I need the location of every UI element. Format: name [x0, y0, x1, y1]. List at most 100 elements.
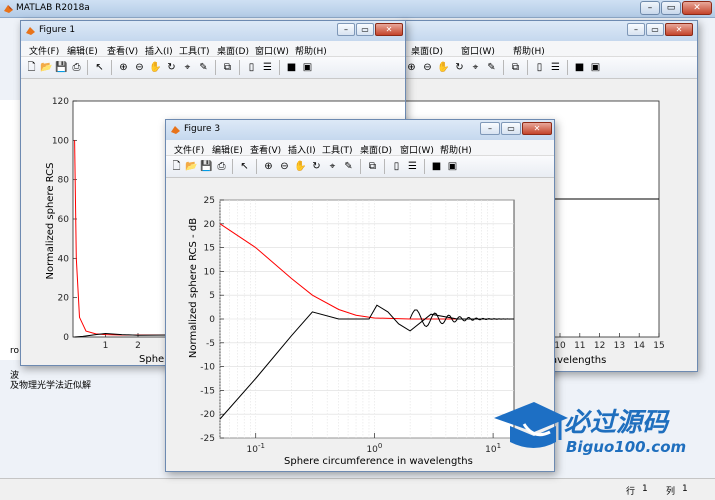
rotate-icon[interactable]: ↻	[453, 61, 466, 74]
menu-insert[interactable]: 插入(I)	[145, 44, 173, 57]
menu-window[interactable]: 窗口(W)	[400, 143, 434, 156]
pan-icon[interactable]: ✋	[294, 160, 307, 173]
maximize-button[interactable]: ▭	[661, 1, 681, 15]
print-icon[interactable]: ⎙	[215, 160, 228, 173]
zoom-out-icon[interactable]: ⊖	[133, 61, 146, 74]
show-plot-tools-icon[interactable]: ▣	[446, 160, 459, 173]
brush-icon[interactable]: ✎	[485, 61, 498, 74]
y-tick-label: 20	[204, 220, 216, 230]
zoom-out-icon[interactable]: ⊖	[278, 160, 291, 173]
zoom-in-icon[interactable]: ⊕	[262, 160, 275, 173]
menu-view[interactable]: 查看(V)	[250, 143, 281, 156]
y-tick-label: 25	[204, 196, 215, 206]
menu-edit[interactable]: 编辑(E)	[67, 44, 98, 57]
minimize-button[interactable]: –	[337, 23, 355, 36]
print-icon[interactable]: ⎙	[70, 61, 83, 74]
y-tick-label: -20	[200, 410, 215, 420]
menu-help[interactable]: 帮助(H)	[513, 44, 545, 57]
save-icon[interactable]: 💾	[200, 160, 213, 173]
maximize-button[interactable]: ▭	[356, 23, 374, 36]
edit-plot-icon[interactable]: ↖	[93, 61, 106, 74]
rotate-icon[interactable]: ↻	[165, 61, 178, 74]
minimize-button[interactable]: –	[627, 23, 645, 36]
maximize-button[interactable]: ▭	[646, 23, 664, 36]
menu-file[interactable]: 文件(F)	[29, 44, 59, 57]
menu-bar: 桌面(D) 窗口(W) 帮助(H)	[401, 41, 697, 57]
zoom-in-icon[interactable]: ⊕	[117, 61, 130, 74]
graduation-cap-icon	[494, 402, 568, 448]
y-tick-label: 0	[209, 315, 215, 325]
menu-file[interactable]: 文件(F)	[174, 143, 204, 156]
hide-plot-tools-icon[interactable]: ■	[573, 61, 586, 74]
menu-insert[interactable]: 插入(I)	[288, 143, 316, 156]
figure-1-ylabel: Normalized sphere RCS	[45, 162, 56, 280]
link-plot-icon[interactable]: ⧉	[509, 61, 522, 74]
open-file-icon[interactable]: 📂	[185, 160, 198, 173]
brush-icon[interactable]: ✎	[197, 61, 210, 74]
app-title: MATLAB R2018a	[16, 3, 90, 13]
close-button[interactable]: ✕	[522, 122, 552, 135]
col-value: 1	[682, 484, 688, 494]
minimize-button[interactable]: –	[480, 122, 500, 135]
colorbar-icon[interactable]: ▯	[533, 61, 546, 74]
menu-edit[interactable]: 编辑(E)	[212, 143, 243, 156]
legend-icon[interactable]: ☰	[549, 61, 562, 74]
menu-window[interactable]: 窗口(W)	[255, 44, 289, 57]
menu-tools[interactable]: 工具(T)	[179, 44, 210, 57]
close-button[interactable]: ✕	[375, 23, 403, 36]
new-figure-icon[interactable]: 🗋	[25, 61, 38, 74]
menu-desktop[interactable]: 桌面(D)	[360, 143, 392, 156]
matlab-logo-icon	[171, 126, 180, 134]
menu-help[interactable]: 帮助(H)	[440, 143, 472, 156]
menu-help[interactable]: 帮助(H)	[295, 44, 327, 57]
brush-icon[interactable]: ✎	[342, 160, 355, 173]
edit-plot-icon[interactable]: ↖	[238, 160, 251, 173]
matlab-titlebar: MATLAB R2018a – ▭ ✕	[0, 0, 715, 18]
hide-plot-tools-icon[interactable]: ■	[430, 160, 443, 173]
show-plot-tools-icon[interactable]: ▣	[589, 61, 602, 74]
new-figure-icon[interactable]: 🗋	[170, 160, 183, 173]
close-button[interactable]: ✕	[665, 23, 693, 36]
y-tick-label: -25	[200, 434, 215, 444]
current-folder-panel	[0, 100, 22, 360]
menu-window[interactable]: 窗口(W)	[461, 44, 495, 57]
save-icon[interactable]: 💾	[55, 61, 68, 74]
minimize-button[interactable]: –	[640, 1, 660, 15]
menu-desktop[interactable]: 桌面(D)	[411, 44, 443, 57]
menu-tools[interactable]: 工具(T)	[322, 143, 353, 156]
colorbar-icon[interactable]: ▯	[245, 61, 258, 74]
open-file-icon[interactable]: 📂	[40, 61, 53, 74]
y-tick-label: -10	[200, 363, 215, 373]
y-tick-label: 120	[52, 97, 69, 107]
legend-icon[interactable]: ☰	[261, 61, 274, 74]
close-button[interactable]: ✕	[682, 1, 712, 15]
figure-toolbar: 🗋 📂 💾 ⎙ ↖ ⊕ ⊖ ✋ ↻ ⌖ ✎ ⧉ ▯ ☰ ■ ▣	[21, 57, 405, 79]
menu-desktop[interactable]: 桌面(D)	[217, 44, 249, 57]
figure-titlebar: Figure 3 – ▭ ✕	[166, 120, 554, 140]
pan-icon[interactable]: ✋	[149, 61, 162, 74]
x-tick-label: 15	[653, 341, 664, 351]
data-cursor-icon[interactable]: ⌖	[326, 160, 339, 173]
link-plot-icon[interactable]: ⧉	[221, 61, 234, 74]
menu-bar: 文件(F) 编辑(E) 查看(V) 插入(I) 工具(T) 桌面(D) 窗口(W…	[21, 41, 405, 57]
zoom-in-icon[interactable]: ⊕	[405, 61, 418, 74]
hide-plot-tools-icon[interactable]: ■	[285, 61, 298, 74]
show-plot-tools-icon[interactable]: ▣	[301, 61, 314, 74]
data-cursor-icon[interactable]: ⌖	[181, 61, 194, 74]
x-tick-label: 100	[366, 442, 382, 455]
menu-bar: 文件(F) 编辑(E) 查看(V) 插入(I) 工具(T) 桌面(D) 窗口(W…	[166, 140, 554, 156]
figure-titlebar: Figure 1 – ▭ ✕	[21, 21, 405, 41]
link-plot-icon[interactable]: ⧉	[366, 160, 379, 173]
legend-icon[interactable]: ☰	[406, 160, 419, 173]
figure-1-xlabel: Spher	[139, 354, 169, 365]
x-tick-label: 2	[135, 341, 141, 351]
rotate-icon[interactable]: ↻	[310, 160, 323, 173]
zoom-out-icon[interactable]: ⊖	[421, 61, 434, 74]
x-tick-label: 1	[103, 341, 109, 351]
command-line: 及物理光学法近似解	[10, 381, 92, 391]
menu-view[interactable]: 查看(V)	[107, 44, 138, 57]
colorbar-icon[interactable]: ▯	[390, 160, 403, 173]
data-cursor-icon[interactable]: ⌖	[469, 61, 482, 74]
pan-icon[interactable]: ✋	[437, 61, 450, 74]
maximize-button[interactable]: ▭	[501, 122, 521, 135]
